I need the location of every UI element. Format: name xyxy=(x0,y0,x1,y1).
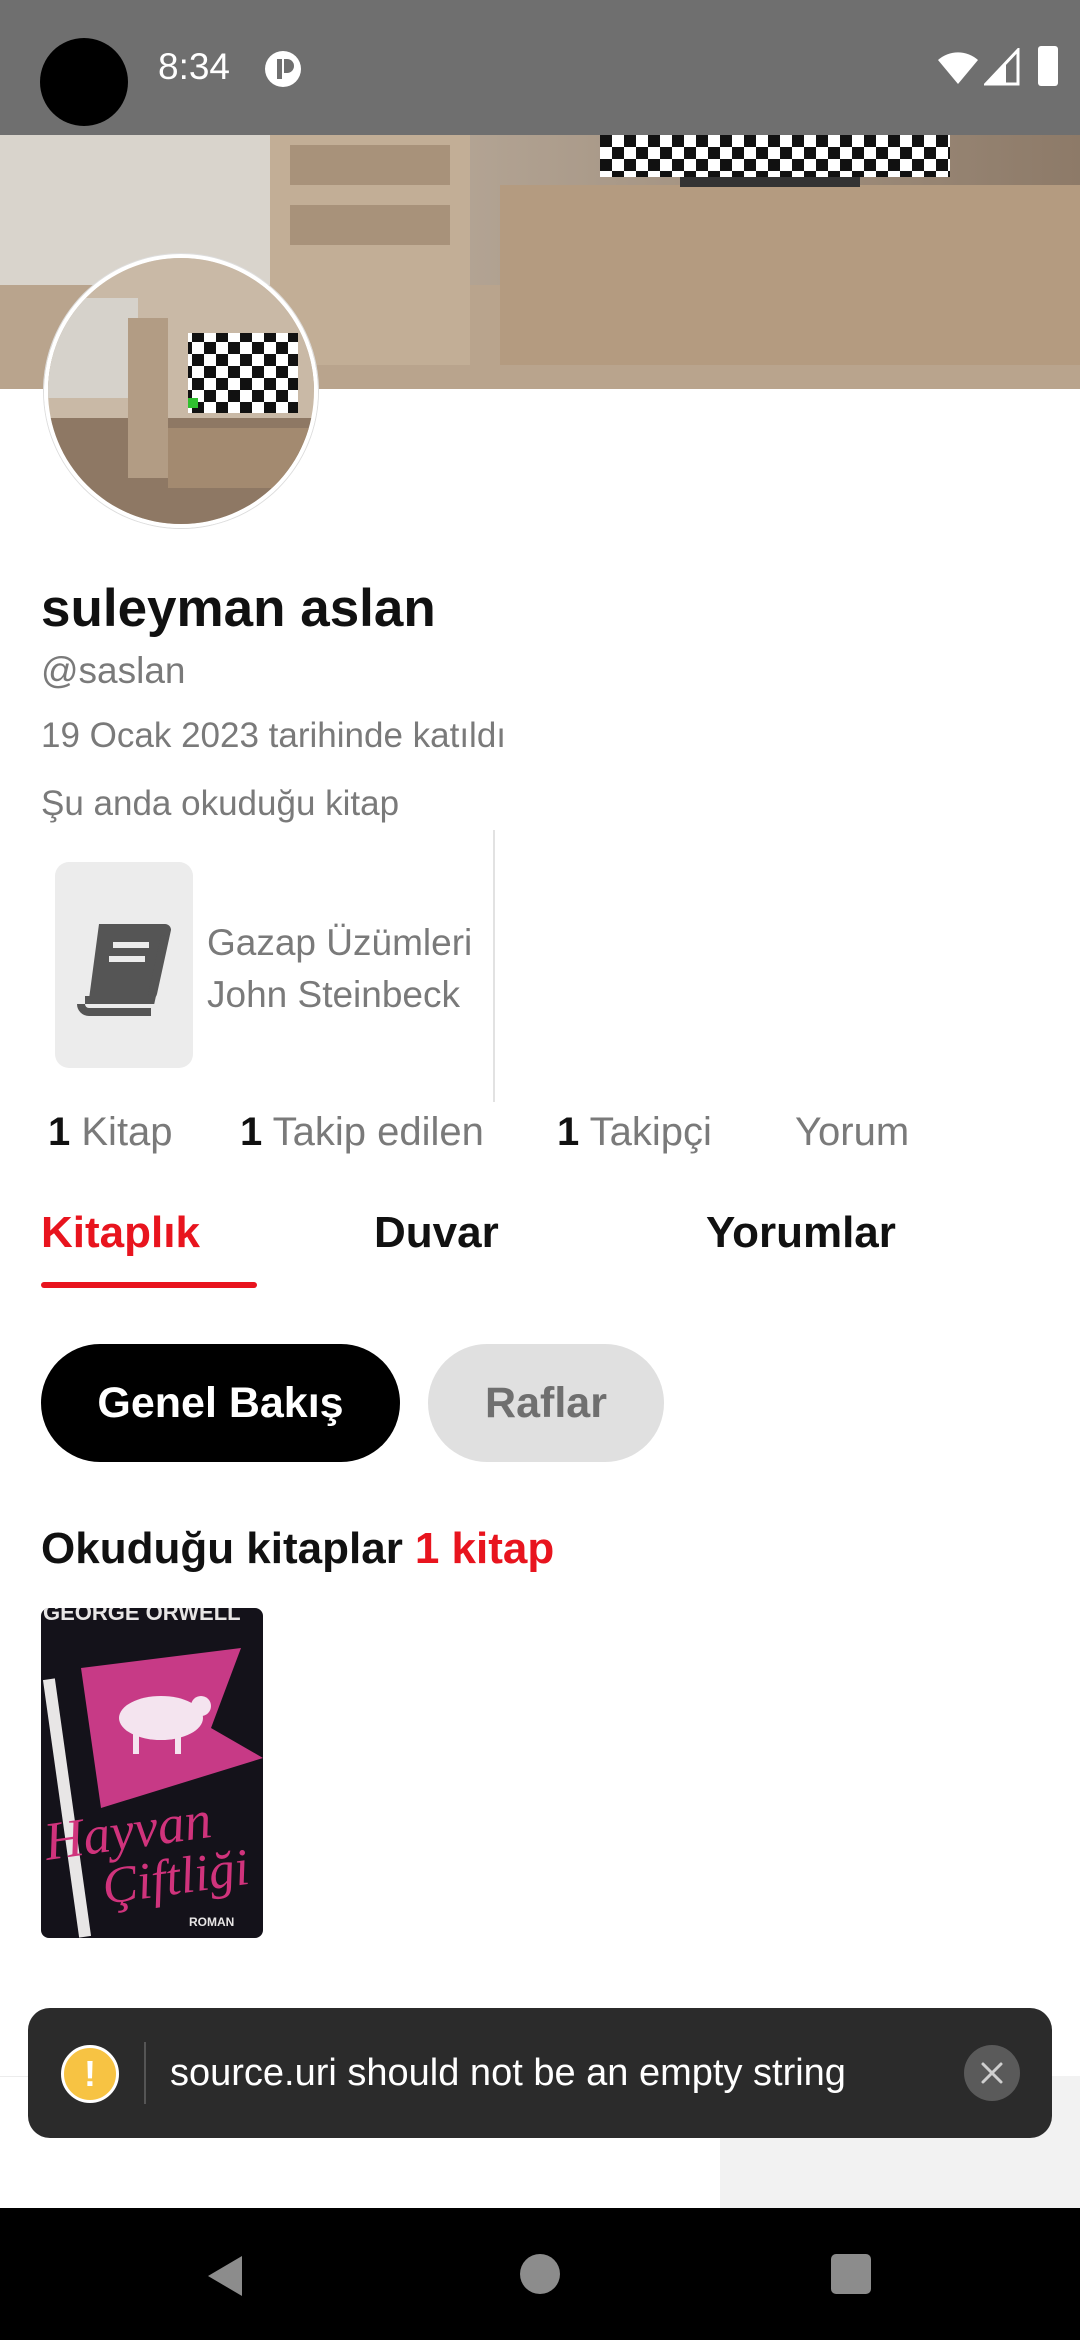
vertical-divider xyxy=(493,830,495,1102)
status-time: 8:34 xyxy=(158,46,231,87)
profile-name: suleyman aslan xyxy=(41,579,436,638)
recents-icon[interactable] xyxy=(831,2254,871,2294)
stat-reviews[interactable]: Yorum xyxy=(795,1110,909,1155)
stat-following-count: 1 xyxy=(240,1110,263,1154)
shelves-button[interactable]: Raflar xyxy=(428,1344,664,1462)
system-navigation-bar xyxy=(0,2208,1080,2340)
tab-duvar[interactable]: Duvar xyxy=(374,1208,499,1258)
toast-message: source.uri should not be an empty string xyxy=(170,2052,846,2094)
overview-button[interactable]: Genel Bakış xyxy=(41,1344,400,1462)
camera-cutout xyxy=(40,38,128,126)
stat-books[interactable]: 1 Kitap xyxy=(48,1110,173,1155)
back-icon[interactable] xyxy=(204,2254,248,2298)
stat-following[interactable]: 1 Takip edilen xyxy=(240,1110,484,1155)
close-icon[interactable] xyxy=(964,2045,1020,2101)
join-date: 19 Ocak 2023 tarihinde katıldı xyxy=(41,716,507,755)
toast-divider xyxy=(144,2042,146,2104)
reading-books-header: Okuduğu kitaplar 1 kitap xyxy=(41,1524,554,1574)
profile-handle: @saslan xyxy=(41,650,186,691)
status-bar: 8:34 xyxy=(0,0,1080,135)
tab-kitaplik[interactable]: Kitaplık xyxy=(41,1208,200,1258)
profile-avatar[interactable] xyxy=(44,254,318,528)
battery-icon xyxy=(1038,46,1058,86)
current-book-card[interactable]: Gazap Üzümleri John Steinbeck xyxy=(41,830,501,1100)
book-cover-author: GEORGE ORWELL xyxy=(43,1608,241,1625)
stat-reviews-label: Yorum xyxy=(795,1110,910,1154)
stat-followers-count: 1 xyxy=(557,1110,580,1154)
stat-books-label: Kitap xyxy=(81,1110,173,1154)
current-book-title: Gazap Üzümleri xyxy=(207,922,473,963)
stat-followers-label: Takipçi xyxy=(589,1110,712,1154)
wifi-icon xyxy=(938,52,978,84)
active-tab-indicator xyxy=(41,1282,257,1288)
reading-books-count: 1 kitap xyxy=(414,1524,555,1573)
stat-followers[interactable]: 1 Takipçi xyxy=(557,1110,712,1155)
warning-icon: ! xyxy=(61,2045,119,2103)
book-placeholder xyxy=(55,862,193,1068)
book-cover-animal-farm[interactable]: GEORGE ORWELL Hayvan Çiftliği ROMAN xyxy=(41,1608,263,1938)
reading-books-title: Okuduğu kitaplar xyxy=(41,1524,403,1573)
book-icon xyxy=(77,924,171,1016)
cell-signal-icon xyxy=(984,48,1020,86)
current-book-author: John Steinbeck xyxy=(207,974,461,1015)
error-toast: ! source.uri should not be an empty stri… xyxy=(28,2008,1052,2138)
currently-reading-label: Şu anda okuduğu kitap xyxy=(41,784,400,823)
stat-books-count: 1 xyxy=(48,1110,71,1154)
app-notification-icon xyxy=(265,51,301,87)
home-icon[interactable] xyxy=(520,2254,560,2294)
book-cover-label: ROMAN xyxy=(189,1915,234,1929)
tab-yorumlar[interactable]: Yorumlar xyxy=(706,1208,896,1258)
stat-following-label: Takip edilen xyxy=(272,1110,484,1154)
